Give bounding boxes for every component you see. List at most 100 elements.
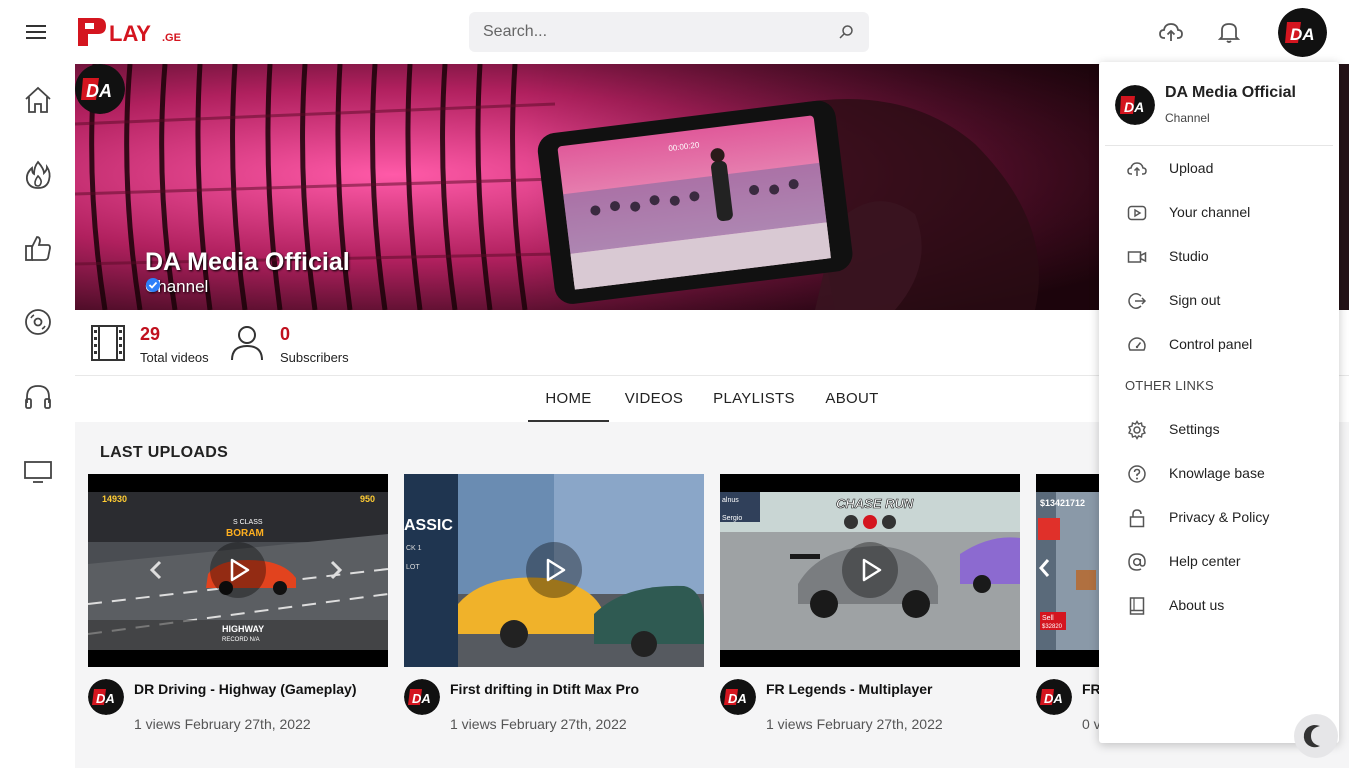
book-icon <box>1129 597 1145 615</box>
total-videos-label: Total videos <box>140 350 209 365</box>
sign-out-icon <box>1128 293 1147 309</box>
dropdown-channel-name: DA Media Official <box>1165 84 1296 101</box>
video-title[interactable]: DR Driving - Highway (Gameplay) <box>134 681 356 697</box>
svg-text:DA: DA <box>96 691 115 706</box>
hamburger-menu-icon[interactable] <box>24 20 48 44</box>
video-meta: 1 views February 27th, 2022 <box>450 716 627 732</box>
tab-videos[interactable]: VIDEOS <box>618 376 690 422</box>
svg-text:DA: DA <box>1044 691 1063 706</box>
uploader-avatar[interactable]: DA <box>1036 679 1072 715</box>
play-icon <box>862 558 882 582</box>
tv-monitor-icon[interactable] <box>22 455 54 487</box>
svg-text:$13421712: $13421712 <box>1040 498 1085 508</box>
dropdown-channel-type: Channel <box>1165 111 1210 125</box>
svg-text:S CLASS: S CLASS <box>233 519 263 526</box>
top-bar: LAY .GE DA <box>0 0 1349 64</box>
video-card[interactable]: ASSIC CK 1 LOT DA First drifting in Dtif… <box>404 474 704 754</box>
channel-avatar: DA <box>75 64 125 114</box>
tab-playlists[interactable]: PLAYLISTS <box>705 376 803 422</box>
menu-item-settings[interactable]: Settings <box>1099 409 1339 449</box>
svg-text:.GE: .GE <box>162 32 181 44</box>
home-icon[interactable] <box>22 84 54 116</box>
video-title[interactable]: FR <box>1082 681 1101 697</box>
menu-item-label: Help center <box>1169 553 1241 569</box>
play-icon <box>230 558 250 582</box>
menu-item-label: Your channel <box>1169 204 1251 220</box>
video-meta: 0 v <box>1082 716 1101 732</box>
svg-text:HIGHWAY: HIGHWAY <box>222 624 264 634</box>
video-title[interactable]: FR Legends - Multiplayer <box>766 681 932 697</box>
menu-item-about-us[interactable]: About us <box>1099 585 1339 625</box>
search-bar <box>469 12 869 52</box>
video-card[interactable]: alnus Sergio CHASE RUN DA FR Legends - M… <box>720 474 1020 754</box>
tab-about[interactable]: ABOUT <box>817 376 887 422</box>
user-icon <box>231 326 263 361</box>
menu-item-control-panel[interactable]: Control panel <box>1099 324 1339 364</box>
uploader-avatar[interactable]: DA <box>720 679 756 715</box>
moon-icon <box>1303 725 1320 748</box>
video-thumbnail[interactable]: S CLASS BORAM 14930 950 HIGHWAY RECORD N… <box>88 474 388 667</box>
menu-item-privacy-policy[interactable]: Privacy & Policy <box>1099 497 1339 537</box>
play-ge-logo[interactable]: LAY .GE <box>76 14 184 50</box>
dark-mode-toggle[interactable] <box>1294 714 1338 758</box>
user-dropdown-menu: DA DA Media Official Channel Upload Your… <box>1099 62 1339 743</box>
notification-bell-icon[interactable] <box>1216 19 1242 45</box>
last-uploads-heading: LAST UPLOADS <box>100 444 229 461</box>
dashboard-icon <box>1128 337 1146 351</box>
menu-item-studio[interactable]: Studio <box>1099 236 1339 276</box>
play-button[interactable] <box>526 542 582 598</box>
thumbs-up-icon[interactable] <box>22 232 54 264</box>
svg-text:Sell: Sell <box>1042 615 1054 622</box>
disc-icon[interactable] <box>22 306 54 338</box>
search-input[interactable] <box>469 12 829 52</box>
uploader-avatar[interactable]: DA <box>404 679 440 715</box>
film-strip-icon <box>91 325 125 361</box>
verified-badge-icon <box>146 278 160 292</box>
at-icon <box>1128 553 1146 571</box>
svg-text:LOT: LOT <box>406 564 420 571</box>
other-links-heading: OTHER LINKS <box>1125 378 1214 393</box>
user-avatar[interactable]: DA <box>1278 8 1327 57</box>
menu-item-sign-out[interactable]: Sign out <box>1099 280 1339 320</box>
play-box-icon <box>1127 205 1147 221</box>
play-button[interactable] <box>210 542 266 598</box>
trending-fire-icon[interactable] <box>22 159 54 191</box>
menu-item-label: Settings <box>1169 421 1220 437</box>
video-thumbnail[interactable]: alnus Sergio CHASE RUN <box>720 474 1020 667</box>
total-videos-count: 29 <box>140 324 161 344</box>
svg-text:ASSIC: ASSIC <box>404 517 453 534</box>
menu-item-your-channel[interactable]: Your channel <box>1099 192 1339 232</box>
video-meta: 1 views February 27th, 2022 <box>766 716 943 732</box>
upload-cloud-icon[interactable] <box>1158 19 1184 45</box>
help-circle-icon <box>1128 465 1146 483</box>
video-thumbnail[interactable]: ASSIC CK 1 LOT <box>404 474 704 667</box>
video-card[interactable]: S CLASS BORAM 14930 950 HIGHWAY RECORD N… <box>88 474 388 754</box>
svg-text:LAY: LAY <box>109 21 151 46</box>
svg-text:DA: DA <box>728 691 747 706</box>
play-icon <box>546 558 566 582</box>
video-title[interactable]: First drifting in Dtift Max Pro <box>450 681 639 697</box>
upload-cloud-icon <box>1127 162 1147 176</box>
headphones-icon[interactable] <box>22 381 54 413</box>
channel-type-row: Channel <box>145 277 208 297</box>
svg-text:950: 950 <box>360 494 375 504</box>
menu-item-help-center[interactable]: Help center <box>1099 541 1339 581</box>
svg-text:alnus: alnus <box>722 497 739 504</box>
tab-home[interactable]: HOME <box>528 376 609 422</box>
search-icon[interactable] <box>837 23 855 41</box>
subscribers-label: Subscribers <box>280 350 349 365</box>
svg-text:BORAM: BORAM <box>226 528 264 539</box>
svg-text:RECORD N/A: RECORD N/A <box>222 637 260 643</box>
menu-item-upload[interactable]: Upload <box>1099 148 1339 188</box>
menu-item-knowledge-base[interactable]: Knowlage base <box>1099 453 1339 493</box>
sidebar <box>0 64 75 768</box>
menu-item-label: Upload <box>1169 160 1214 176</box>
play-button[interactable] <box>842 542 898 598</box>
uploader-avatar[interactable]: DA <box>88 679 124 715</box>
svg-text:14930: 14930 <box>102 494 127 504</box>
svg-text:CK 1: CK 1 <box>406 545 422 552</box>
menu-item-label: About us <box>1169 597 1225 613</box>
svg-text:DA: DA <box>86 81 112 101</box>
lock-icon <box>1129 509 1145 528</box>
channel-name: DA Media Official <box>145 248 350 276</box>
